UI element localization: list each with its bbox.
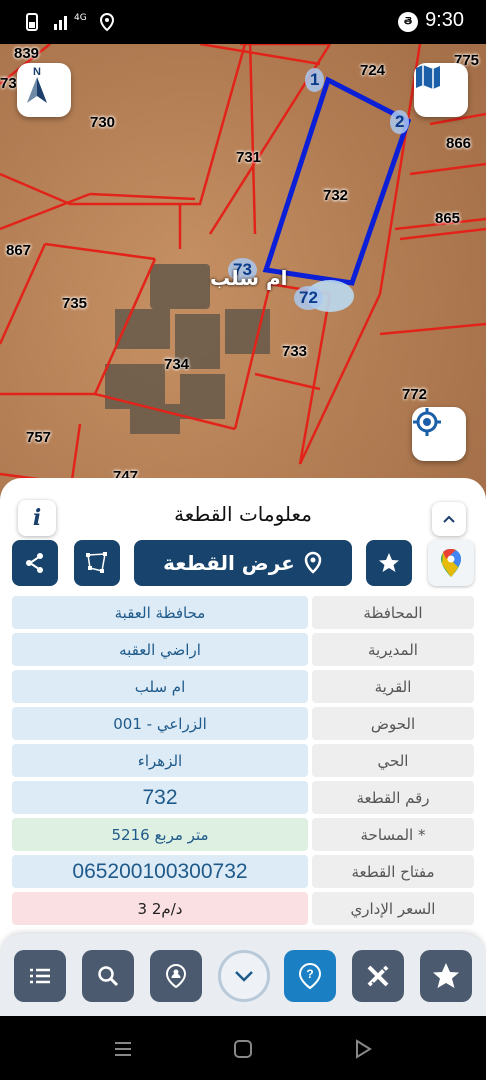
governorate-value: محافظة العقبة [12,596,308,629]
parcel-key-value: 065200100300732 [12,855,308,888]
parcel-label: 732 [323,187,349,204]
tools-button[interactable] [352,950,404,1002]
show-parcel-button[interactable]: عرض القطعة [134,540,352,586]
action-bar: عرض القطعة [0,540,486,588]
parcel-number-value: 732 [12,781,308,814]
table-row: الزراعي - 001 الحوض [12,707,474,740]
parcel-key-label: مفتاح القطعة [312,855,474,888]
parcel-label: 757 [26,429,52,446]
expand-toolbar-button[interactable] [218,950,270,1002]
system-navigation-bar [0,1016,486,1080]
village-label: القرية [312,670,474,703]
person-pin-icon [165,963,187,989]
table-row: الزهراء الحي [12,744,474,777]
table-row: 3 د/م2 السعر الإداري [12,892,474,925]
chevron-up-icon [443,515,455,523]
favorite-button[interactable] [366,540,412,586]
parcel-details-table: محافظة العقبة المحافظة اراضي العقبه المد… [12,596,474,929]
share-icon [26,553,43,573]
parcel-label: 865 [435,210,461,227]
tools-icon [367,965,389,987]
parcel-number-label: رقم القطعة [312,781,474,814]
svg-text:N: N [33,66,41,78]
parcel-label: 735 [62,295,88,312]
collapse-button[interactable] [432,502,466,536]
parcel-label: 724 [360,62,386,79]
directorate-value: اراضي العقبه [12,633,308,666]
parcel-label: 731 [236,149,262,166]
location-icon [99,12,114,32]
search-button[interactable] [82,950,134,1002]
google-maps-icon [441,548,461,577]
basin-label: الحوض [312,707,474,740]
bottom-toolbar: ? [0,934,486,1016]
sheet-header: i معلومات القطعة [0,488,486,536]
home-icon[interactable] [232,1038,254,1060]
svg-text:?: ? [306,967,313,981]
table-row: 732 رقم القطعة [12,781,474,814]
area-value: 5216 متر مربع [12,818,308,851]
admin-price-label: السعر الإداري [312,892,474,925]
basin-value: الزراعي - 001 [12,707,308,740]
parcel-label: 730 [90,114,116,131]
clock: 9:30 [425,9,464,31]
status-bar: 4G తె 9:30 [0,0,486,44]
parcel-label: 867 [6,242,32,259]
sheet-title: معلومات القطعة [174,502,312,526]
battery-icon [26,13,38,31]
village-value: ام سلب [12,670,308,703]
table-row: 065200100300732 مفتاح القطعة [12,855,474,888]
my-location-button[interactable] [412,407,466,461]
recent-apps-icon[interactable] [112,1038,134,1060]
admin-price-value: 3 د/م2 [12,892,308,925]
list-button[interactable] [14,950,66,1002]
table-row: ام سلب القرية [12,670,474,703]
gps-target-icon [413,408,441,436]
map-layers-button[interactable] [414,63,468,117]
north-compass-button[interactable]: N [17,63,71,117]
governorate-label: المحافظة [312,596,474,629]
signal-icon [54,16,67,30]
parcel-label: 866 [446,135,472,152]
polygon-icon [86,552,107,573]
table-row: محافظة العقبة المحافظة [12,596,474,629]
keyboard-language-badge: తె [398,12,418,32]
table-row: 5216 متر مربع المساحة * [12,818,474,851]
map-pin-icon [304,551,322,574]
show-parcel-label: عرض القطعة [163,551,295,575]
table-row: اراضي العقبه المديرية [12,633,474,666]
district-label: الحي [312,744,474,777]
list-icon [30,968,50,984]
search-icon [98,966,119,987]
parcel-label: 772 [402,386,428,403]
network-type: 4G [74,13,87,23]
help-location-button[interactable]: ? [284,950,336,1002]
parcel-label: 733 [282,343,308,360]
question-pin-icon: ? [298,962,322,990]
favorites-button[interactable] [420,950,472,1002]
star-icon [379,553,399,572]
back-icon[interactable] [352,1038,374,1060]
chevron-down-icon [235,971,253,982]
parcel-label: 734 [164,356,190,373]
draw-polygon-button[interactable] [74,540,120,586]
google-maps-button[interactable] [428,540,474,586]
star-badge-icon [433,963,459,988]
compass-icon: N [27,66,47,103]
location-person-button[interactable] [150,950,202,1002]
map-icon [416,65,440,89]
share-button[interactable] [12,540,58,586]
parcel-label: 73 [0,75,17,92]
area-label: المساحة * [312,818,474,851]
vertex-label: 72 [294,286,323,310]
parcel-label: 839 [14,45,40,62]
village-label: ام سلب [210,266,288,290]
district-value: الزهراء [12,744,308,777]
directorate-label: المديرية [312,633,474,666]
